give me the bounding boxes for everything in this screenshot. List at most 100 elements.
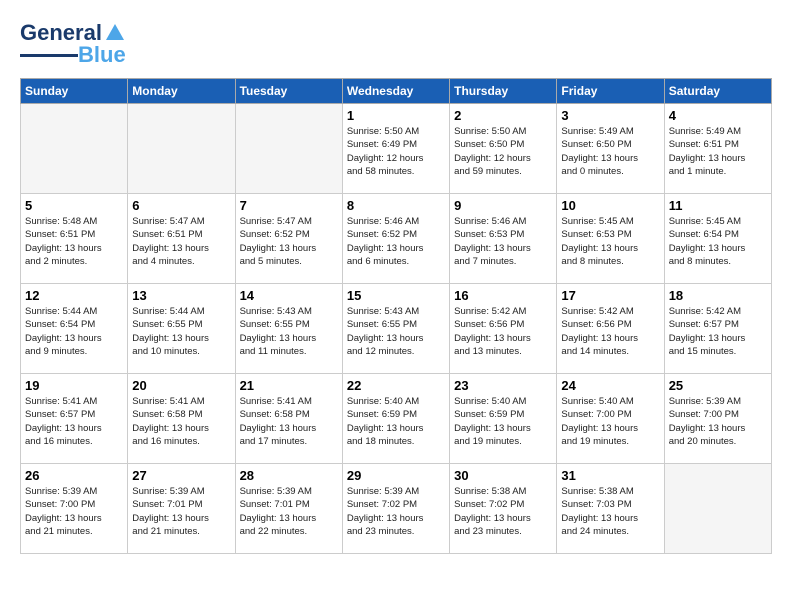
day-cell: 30 Sunrise: 5:38 AM Sunset: 7:02 PM Dayli… [450,464,557,554]
day-cell: 31 Sunrise: 5:38 AM Sunset: 7:03 PM Dayli… [557,464,664,554]
day-info: Sunrise: 5:39 AM Sunset: 7:01 PM Dayligh… [132,485,230,538]
day-cell: 23Sunrise: 5:40 AM Sunset: 6:59 PM Dayli… [450,374,557,464]
weekday-header-sunday: Sunday [21,79,128,104]
day-cell: 27 Sunrise: 5:39 AM Sunset: 7:01 PM Dayli… [128,464,235,554]
day-number: 3 [561,108,659,123]
day-cell: 26 Sunrise: 5:39 AM Sunset: 7:00 PM Dayli… [21,464,128,554]
day-info: Sunrise: 5:48 AM Sunset: 6:51 PM Dayligh… [25,215,123,268]
day-cell: 10 Sunrise: 5:45 AM Sunset: 6:53 PM Dayli… [557,194,664,284]
day-info: Sunrise: 5:42 AM Sunset: 6:57 PM Dayligh… [669,305,767,358]
week-row-4: 19 Sunrise: 5:41 AM Sunset: 6:57 PM Dayli… [21,374,772,464]
day-number: 22 [347,378,445,393]
day-number: 18 [669,288,767,303]
day-cell [128,104,235,194]
day-info: Sunrise: 5:40 AM Sunset: 6:59 PM Dayligh… [347,395,445,448]
day-number: 27 [132,468,230,483]
day-info: Sunrise: 5:46 AM Sunset: 6:53 PM Dayligh… [454,215,552,268]
day-info: Sunrise: 5:39 AM Sunset: 7:00 PM Dayligh… [25,485,123,538]
day-info: Sunrise: 5:42 AM Sunset: 6:56 PM Dayligh… [454,305,552,358]
day-info: Sunrise: 5:41 AM Sunset: 6:57 PM Dayligh… [25,395,123,448]
weekday-header-friday: Friday [557,79,664,104]
day-info: Sunrise: 5:41 AM Sunset: 6:58 PM Dayligh… [132,395,230,448]
day-info: Sunrise: 5:44 AM Sunset: 6:54 PM Dayligh… [25,305,123,358]
week-row-5: 26 Sunrise: 5:39 AM Sunset: 7:00 PM Dayli… [21,464,772,554]
day-number: 9 [454,198,552,213]
weekday-header-thursday: Thursday [450,79,557,104]
day-info: Sunrise: 5:50 AM Sunset: 6:50 PM Dayligh… [454,125,552,178]
day-number: 11 [669,198,767,213]
calendar-table: SundayMondayTuesdayWednesdayThursdayFrid… [20,78,772,554]
week-row-3: 12 Sunrise: 5:44 AM Sunset: 6:54 PM Dayli… [21,284,772,374]
day-number: 10 [561,198,659,213]
day-info: Sunrise: 5:39 AM Sunset: 7:01 PM Dayligh… [240,485,338,538]
day-info: Sunrise: 5:49 AM Sunset: 6:50 PM Dayligh… [561,125,659,178]
day-cell: 25Sunrise: 5:39 AM Sunset: 7:00 PM Dayli… [664,374,771,464]
day-cell: 20Sunrise: 5:41 AM Sunset: 6:58 PM Dayli… [128,374,235,464]
day-cell [235,104,342,194]
logo-blue: Blue [78,42,126,68]
day-number: 25 [669,378,767,393]
day-cell: 29Sunrise: 5:39 AM Sunset: 7:02 PM Dayli… [342,464,449,554]
day-cell: 13 Sunrise: 5:44 AM Sunset: 6:55 PM Dayli… [128,284,235,374]
day-cell: 24 Sunrise: 5:40 AM Sunset: 7:00 PM Dayli… [557,374,664,464]
day-number: 12 [25,288,123,303]
day-number: 17 [561,288,659,303]
day-cell: 2 Sunrise: 5:50 AM Sunset: 6:50 PM Daylig… [450,104,557,194]
day-cell: 17 Sunrise: 5:42 AM Sunset: 6:56 PM Dayli… [557,284,664,374]
day-cell: 18 Sunrise: 5:42 AM Sunset: 6:57 PM Dayli… [664,284,771,374]
day-cell [664,464,771,554]
day-info: Sunrise: 5:40 AM Sunset: 7:00 PM Dayligh… [561,395,659,448]
day-info: Sunrise: 5:46 AM Sunset: 6:52 PM Dayligh… [347,215,445,268]
day-cell: 4 Sunrise: 5:49 AM Sunset: 6:51 PM Daylig… [664,104,771,194]
day-cell: 11Sunrise: 5:45 AM Sunset: 6:54 PM Dayli… [664,194,771,284]
day-cell [21,104,128,194]
day-cell: 15Sunrise: 5:43 AM Sunset: 6:55 PM Dayli… [342,284,449,374]
day-info: Sunrise: 5:49 AM Sunset: 6:51 PM Dayligh… [669,125,767,178]
day-number: 5 [25,198,123,213]
day-number: 2 [454,108,552,123]
day-number: 6 [132,198,230,213]
day-number: 7 [240,198,338,213]
day-cell: 22 Sunrise: 5:40 AM Sunset: 6:59 PM Dayli… [342,374,449,464]
day-number: 30 [454,468,552,483]
day-info: Sunrise: 5:42 AM Sunset: 6:56 PM Dayligh… [561,305,659,358]
day-number: 24 [561,378,659,393]
day-cell: 1Sunrise: 5:50 AM Sunset: 6:49 PM Daylig… [342,104,449,194]
day-cell: 9 Sunrise: 5:46 AM Sunset: 6:53 PM Daylig… [450,194,557,284]
day-info: Sunrise: 5:41 AM Sunset: 6:58 PM Dayligh… [240,395,338,448]
day-info: Sunrise: 5:38 AM Sunset: 7:02 PM Dayligh… [454,485,552,538]
day-cell: 7 Sunrise: 5:47 AM Sunset: 6:52 PM Daylig… [235,194,342,284]
day-cell: 21 Sunrise: 5:41 AM Sunset: 6:58 PM Dayli… [235,374,342,464]
day-number: 14 [240,288,338,303]
logo-icon [104,22,126,44]
weekday-header-row: SundayMondayTuesdayWednesdayThursdayFrid… [21,79,772,104]
day-cell: 3 Sunrise: 5:49 AM Sunset: 6:50 PM Daylig… [557,104,664,194]
day-number: 23 [454,378,552,393]
day-info: Sunrise: 5:50 AM Sunset: 6:49 PM Dayligh… [347,125,445,178]
day-number: 28 [240,468,338,483]
day-info: Sunrise: 5:43 AM Sunset: 6:55 PM Dayligh… [347,305,445,358]
day-number: 21 [240,378,338,393]
day-info: Sunrise: 5:45 AM Sunset: 6:53 PM Dayligh… [561,215,659,268]
day-info: Sunrise: 5:44 AM Sunset: 6:55 PM Dayligh… [132,305,230,358]
day-number: 16 [454,288,552,303]
day-number: 31 [561,468,659,483]
day-info: Sunrise: 5:47 AM Sunset: 6:52 PM Dayligh… [240,215,338,268]
weekday-header-wednesday: Wednesday [342,79,449,104]
logo: General Blue [20,20,126,68]
day-cell: 16 Sunrise: 5:42 AM Sunset: 6:56 PM Dayli… [450,284,557,374]
page-header: General Blue [20,20,772,68]
day-cell: 19 Sunrise: 5:41 AM Sunset: 6:57 PM Dayli… [21,374,128,464]
week-row-1: 1Sunrise: 5:50 AM Sunset: 6:49 PM Daylig… [21,104,772,194]
day-cell: 5 Sunrise: 5:48 AM Sunset: 6:51 PM Daylig… [21,194,128,284]
day-number: 19 [25,378,123,393]
day-number: 4 [669,108,767,123]
day-info: Sunrise: 5:47 AM Sunset: 6:51 PM Dayligh… [132,215,230,268]
week-row-2: 5 Sunrise: 5:48 AM Sunset: 6:51 PM Daylig… [21,194,772,284]
day-number: 26 [25,468,123,483]
weekday-header-monday: Monday [128,79,235,104]
day-number: 29 [347,468,445,483]
day-number: 13 [132,288,230,303]
day-info: Sunrise: 5:43 AM Sunset: 6:55 PM Dayligh… [240,305,338,358]
day-info: Sunrise: 5:38 AM Sunset: 7:03 PM Dayligh… [561,485,659,538]
